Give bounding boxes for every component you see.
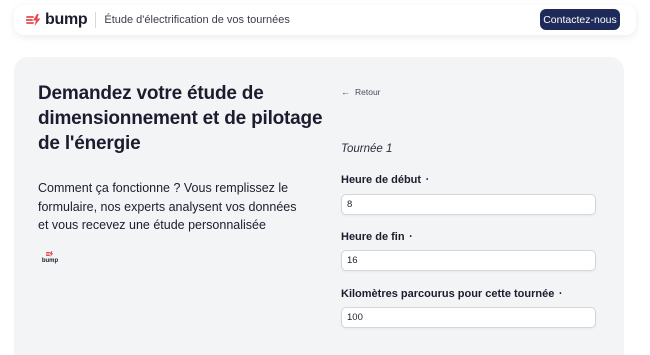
start-time-input[interactable]: [341, 194, 596, 215]
required-mark: •: [409, 234, 412, 241]
contact-button[interactable]: Contactez-nous: [540, 9, 620, 30]
end-time-input[interactable]: [341, 250, 596, 271]
start-time-label-text: Heure de début: [341, 174, 422, 186]
brand-logo[interactable]: bump: [26, 11, 88, 29]
tour-label: Tournée 1: [341, 143, 393, 155]
arrow-left-icon: ←: [341, 87, 350, 97]
distance-label-text: Kilomètres parcourus pour cette tournée: [341, 288, 555, 300]
end-time-label-text: Heure de fin: [341, 231, 405, 243]
top-navbar: bump Étude d'électrification de vos tour…: [14, 5, 636, 35]
required-mark: •: [559, 291, 562, 298]
bolt-icon: [26, 14, 41, 26]
hero-title: Demandez votre étude de dimensionnement …: [38, 83, 323, 154]
start-time-label: Heure de début •: [341, 174, 428, 186]
distance-input[interactable]: [341, 307, 596, 328]
header-divider: [95, 12, 97, 28]
bolt-icon: [46, 251, 54, 257]
end-time-label: Heure de fin •: [341, 231, 412, 243]
page-tagline: Étude d'électrification de vos tournées: [104, 14, 290, 26]
mini-brand-logo: bump: [39, 250, 61, 265]
back-label: Retour: [355, 87, 381, 97]
form-card: Demandez votre étude de dimensionnement …: [14, 57, 624, 355]
mini-brand-name: bump: [41, 258, 59, 264]
distance-label: Kilomètres parcourus pour cette tournée •: [341, 288, 561, 300]
hero-description: Comment ça fonctionne ? Vous remplissez …: [38, 181, 297, 232]
back-link[interactable]: ← Retour: [341, 87, 381, 97]
brand-name: bump: [45, 11, 88, 28]
required-mark: •: [426, 177, 429, 184]
